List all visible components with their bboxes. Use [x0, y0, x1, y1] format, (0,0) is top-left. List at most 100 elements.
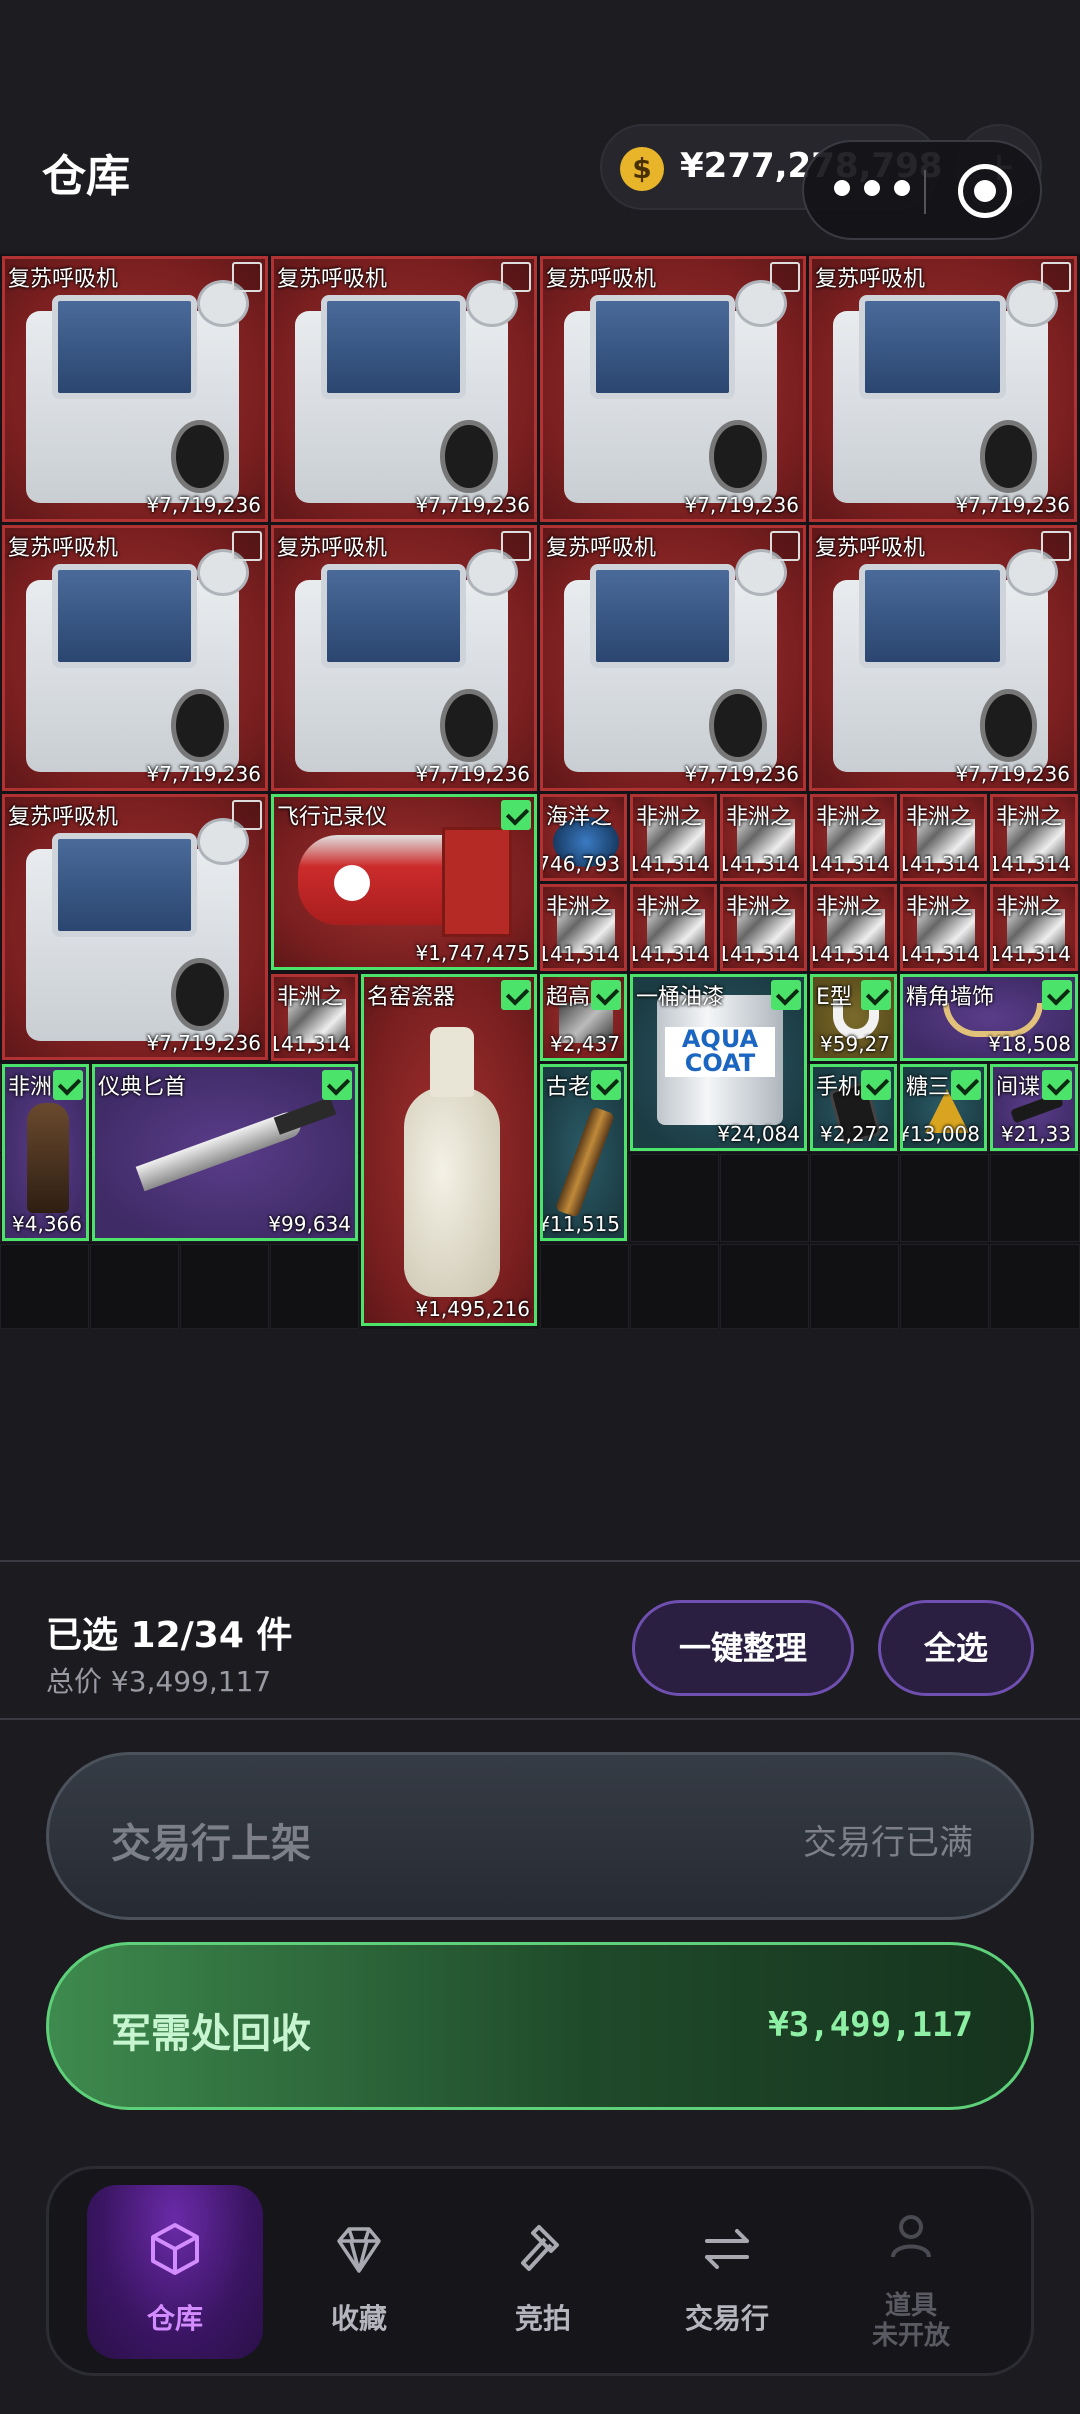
- select-checkbox[interactable]: [501, 800, 531, 830]
- inventory-item-africa[interactable]: 非洲之 ¥3,141,314: [900, 794, 987, 881]
- nav-label-sub: 未开放: [871, 2321, 950, 2351]
- select-checkbox[interactable]: [501, 980, 531, 1010]
- select-checkbox[interactable]: [591, 1070, 621, 1100]
- inventory-item-africa[interactable]: 非洲之 ¥3,141,314: [900, 884, 987, 971]
- item-name: 复苏呼吸机: [815, 536, 926, 561]
- inventory-item-africa[interactable]: 非洲之 ¥3,141,314: [990, 794, 1078, 881]
- inventory-item-sugar[interactable]: 糖三 ¥13,008: [900, 1064, 987, 1151]
- telescope-image: [554, 1106, 616, 1218]
- inventory-item-respirator[interactable]: 复苏呼吸机 ¥7,719,236: [2, 525, 268, 791]
- inventory-item-respirator[interactable]: 复苏呼吸机 ¥7,719,236: [271, 256, 537, 522]
- inventory-item-africa[interactable]: 非洲之 ¥3,141,314: [630, 884, 717, 971]
- select-checkbox[interactable]: [861, 1070, 891, 1100]
- nav-item-market[interactable]: 交易行: [639, 2185, 815, 2359]
- inventory-item-respirator[interactable]: 复苏呼吸机 ¥7,719,236: [809, 256, 1077, 522]
- item-price: ¥7,719,236: [415, 493, 530, 517]
- inventory-item-paint-bucket[interactable]: AQUA COAT 一桶油漆 ¥24,084: [630, 974, 807, 1151]
- inventory-item-africa[interactable]: 非洲之 ¥3,141,314: [990, 884, 1078, 971]
- empty-slot: [180, 1244, 269, 1329]
- item-price: ¥7,719,236: [146, 1031, 261, 1055]
- item-name: 一桶油漆: [636, 985, 725, 1010]
- miniapp-capsule: [802, 140, 1042, 240]
- inventory-item-africa[interactable]: 非洲之 ¥3,141,314: [271, 974, 358, 1061]
- select-checkbox[interactable]: [591, 980, 621, 1010]
- select-checkbox[interactable]: [1041, 262, 1071, 292]
- item-name: 非洲之: [636, 805, 703, 830]
- inventory-item-respirator[interactable]: 复苏呼吸机 ¥7,719,236: [540, 525, 806, 791]
- select-checkbox[interactable]: [501, 262, 531, 292]
- nav-item-collection[interactable]: 收藏: [271, 2185, 447, 2359]
- vase-neck: [430, 1027, 474, 1097]
- select-checkbox[interactable]: [232, 800, 262, 830]
- inventory-item-porcelain[interactable]: 名窑瓷器 ¥1,495,216: [361, 974, 537, 1326]
- select-checkbox[interactable]: [771, 980, 801, 1010]
- inventory-item-respirator[interactable]: 复苏呼吸机 ¥7,719,236: [540, 256, 806, 522]
- respirator-image: [812, 528, 1074, 788]
- recycle-label: 军需处回收: [111, 2011, 311, 2057]
- nav-item-warehouse[interactable]: 仓库: [87, 2185, 263, 2359]
- item-price: ¥1,495,216: [415, 1297, 530, 1321]
- cube-icon: [151, 2223, 199, 2275]
- inventory-item-africa[interactable]: 非洲之 ¥3,141,314: [810, 884, 897, 971]
- dagger-handle: [273, 1097, 337, 1135]
- flight-recorder-box: [442, 827, 512, 937]
- select-checkbox[interactable]: [1042, 1070, 1072, 1100]
- inventory-item-respirator[interactable]: 复苏呼吸机 ¥7,719,236: [2, 256, 268, 522]
- nav-item-auction[interactable]: 竞拍: [455, 2185, 631, 2359]
- inventory-item-respirator[interactable]: 复苏呼吸机 ¥7,719,236: [271, 525, 537, 791]
- market-list-button[interactable]: 交易行上架 交易行已满: [46, 1752, 1034, 1920]
- select-checkbox[interactable]: [770, 262, 800, 292]
- recycle-button[interactable]: 军需处回收 ¥3,499,117: [46, 1942, 1034, 2110]
- item-price: ¥2,437: [550, 1032, 620, 1056]
- select-checkbox[interactable]: [861, 980, 891, 1010]
- inventory-item-africa[interactable]: 非洲之 ¥3,141,314: [720, 794, 807, 881]
- nav-label: 竞拍: [514, 2302, 571, 2335]
- select-checkbox[interactable]: [322, 1070, 352, 1100]
- item-price: ¥3,141,314: [723, 852, 800, 876]
- more-icon[interactable]: [834, 180, 914, 204]
- select-checkbox[interactable]: [501, 531, 531, 561]
- auto-sort-button[interactable]: 一键整理: [632, 1600, 854, 1696]
- select-checkbox[interactable]: [232, 531, 262, 561]
- inventory-item-africa[interactable]: 非洲之 ¥3,141,314: [540, 884, 627, 971]
- inventory-item-super-high[interactable]: 超高 ¥2,437: [540, 974, 627, 1061]
- inventory-item-phone[interactable]: 手机 ¥2,272: [810, 1064, 897, 1151]
- select-checkbox[interactable]: [1041, 531, 1071, 561]
- inventory-item-respirator[interactable]: 复苏呼吸机 ¥7,719,236: [2, 794, 268, 1060]
- select-checkbox[interactable]: [53, 1070, 83, 1100]
- inventory-item-pipe[interactable]: E型 ¥59,27: [810, 974, 897, 1061]
- inventory-item-respirator[interactable]: 复苏呼吸机 ¥7,719,236: [809, 525, 1077, 791]
- inventory-item-dagger[interactable]: 仪典匕首 ¥99,634: [92, 1064, 358, 1241]
- nav-label: 收藏: [330, 2302, 387, 2335]
- inventory-item-scope[interactable]: 古老 ¥11,515: [540, 1064, 627, 1241]
- inventory-item-horn-decor[interactable]: 精角墙饰 ¥18,508: [900, 974, 1078, 1061]
- inventory-item-africa[interactable]: 非洲之 ¥3,141,314: [630, 794, 717, 881]
- inventory-item-africa[interactable]: 非洲之 ¥3,141,314: [810, 794, 897, 881]
- item-price: ¥13,008: [900, 1122, 980, 1146]
- selected-count: 已选 12/34 件: [46, 1615, 293, 1656]
- respirator-image: [543, 528, 803, 788]
- item-price: ¥4,366: [12, 1212, 82, 1236]
- select-checkbox[interactable]: [770, 531, 800, 561]
- inventory-item-statue[interactable]: 非洲 ¥4,366: [2, 1064, 89, 1241]
- select-checkbox[interactable]: [232, 262, 262, 292]
- inventory-item-flight-recorder[interactable]: 飞行记录仪 ¥1,747,475: [271, 794, 537, 970]
- respirator-image: [812, 259, 1074, 519]
- item-name: 复苏呼吸机: [8, 805, 119, 830]
- select-all-button[interactable]: 全选: [878, 1600, 1034, 1696]
- item-price: ¥59,27: [820, 1032, 890, 1056]
- select-checkbox[interactable]: [951, 1070, 981, 1100]
- empty-slot: [630, 1244, 719, 1329]
- item-price: ¥1,747,475: [415, 941, 530, 965]
- item-price: ¥3,141,314: [543, 942, 620, 966]
- market-status: 交易行已满: [803, 1823, 973, 1863]
- close-miniapp-icon[interactable]: [958, 164, 1012, 218]
- inventory-item-africa[interactable]: 非洲之 ¥3,141,314: [720, 884, 807, 971]
- select-checkbox[interactable]: [1042, 980, 1072, 1010]
- inventory-item-spy[interactable]: 间谍 ¥21,33: [990, 1064, 1078, 1151]
- bottom-nav: 仓库 收藏 竞拍 交易行 道具 未开放: [46, 2166, 1034, 2376]
- empty-slot: [90, 1244, 179, 1329]
- inventory-item-ocean[interactable]: 海洋之 ¥746,793: [540, 794, 627, 881]
- empty-slot: [810, 1244, 899, 1329]
- empty-slot: [630, 1154, 719, 1242]
